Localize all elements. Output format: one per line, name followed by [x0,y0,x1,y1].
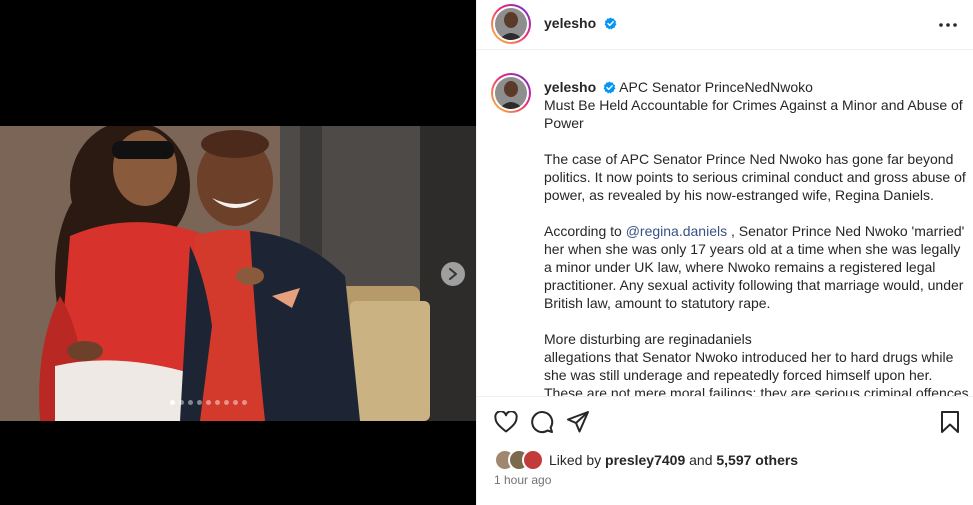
caption-paragraph-1: The case of APC Senator Prince Ned Nwoko… [544,151,966,203]
carousel-dot [215,400,220,405]
liked-by-label: Liked by [549,452,602,468]
mention-link[interactable]: @regina.daniels [626,223,727,239]
comment-icon [531,411,554,434]
post-details-panel: yelesho yelesho APC Senator PrinceNedNwo… [476,0,973,505]
carousel-dot [170,400,175,405]
more-options-icon [939,23,957,27]
verified-badge-icon [603,81,616,94]
carousel-next-button[interactable] [441,262,465,286]
media-pane [0,0,476,505]
caption-paragraph-3: More disturbing are reginadaniels allegat… [544,331,969,396]
header-username[interactable]: yelesho [544,15,596,31]
save-button[interactable] [937,409,963,435]
post-actions-bar [477,396,973,448]
carousel-dot [242,400,247,405]
post-photo[interactable] [0,126,476,421]
comment-button[interactable] [529,409,555,435]
avatar-image [495,77,527,109]
share-button[interactable] [565,409,591,435]
caption-title-part2: Must Be Held Accountable for Crimes Agai… [544,97,963,131]
carousel-dot [179,400,184,405]
carousel-dot [197,400,202,405]
carousel-dot [224,400,229,405]
verified-badge-icon [604,17,617,30]
caption-area: yelesho APC Senator PrinceNedNwoko Must … [477,51,973,396]
caption-username[interactable]: yelesho [544,79,596,95]
caption-avatar[interactable] [491,73,531,113]
post-timestamp[interactable]: 1 hour ago [494,473,551,487]
liker-username[interactable]: presley7409 [605,452,685,468]
likes-count[interactable]: 5,597 others [716,452,798,468]
post-header: yelesho [477,0,973,50]
likes-summary: Liked by presley7409 and 5,597 others [494,449,798,471]
carousel-dot [206,400,211,405]
instagram-post: yelesho yelesho APC Senator PrinceNedNwo… [0,0,973,505]
avatar-image [495,8,527,40]
liker-avatars [494,449,544,471]
liker-avatar[interactable] [522,449,544,471]
carousel-indicator [170,400,247,405]
chevron-right-icon [449,268,457,280]
more-options-button[interactable] [936,13,960,37]
post-photo-image [0,126,476,421]
bookmark-icon [941,411,959,433]
share-icon [567,411,589,433]
carousel-dot [233,400,238,405]
like-button[interactable] [493,409,519,435]
carousel-dot [188,400,193,405]
profile-avatar[interactable] [491,4,531,44]
caption-title-part1: APC Senator PrinceNedNwoko [619,79,813,95]
heart-icon [494,411,518,433]
caption-text: yelesho APC Senator PrinceNedNwoko Must … [544,78,969,396]
caption-paragraph-2: According to @regina.daniels , Senator P… [544,223,965,311]
